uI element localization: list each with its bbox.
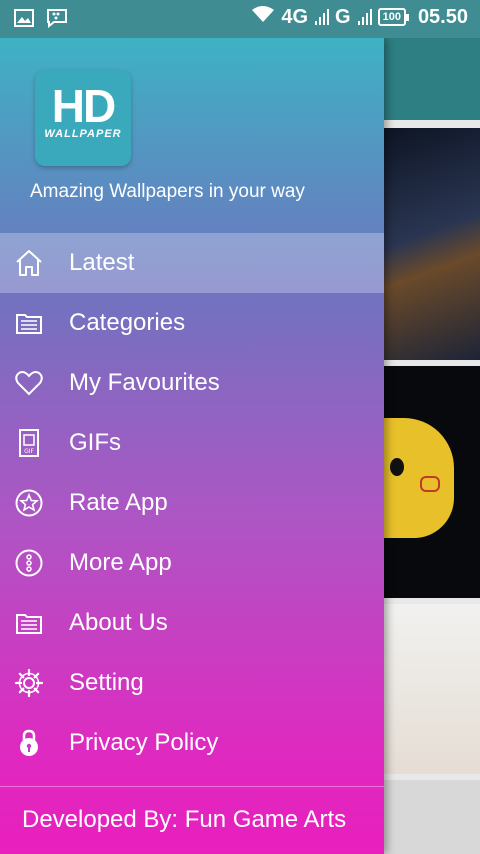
menu-item-label: My Favourites — [69, 369, 220, 396]
wallpaper-thumbnail[interactable] — [384, 128, 480, 360]
app-toolbar — [384, 38, 480, 120]
heart-icon — [14, 368, 44, 398]
gif-icon: GIF — [14, 428, 44, 458]
menu-item-label: Rate App — [69, 489, 168, 516]
app-tagline: Amazing Wallpapers in your way — [30, 181, 305, 202]
menu-item-setting[interactable]: Setting — [0, 653, 384, 713]
menu-item-label: More App — [69, 549, 172, 576]
navigation-drawer: HD WALLPAPER Amazing Wallpapers in your … — [0, 38, 384, 854]
developer-credit: Developed By: Fun Game Arts — [22, 806, 347, 833]
lock-icon — [14, 728, 44, 758]
wallpaper-thumbnail[interactable] — [384, 604, 480, 774]
pikachu-eye — [390, 458, 404, 476]
network-g-label: G — [335, 5, 351, 28]
network-4g-label: 4G — [281, 5, 309, 28]
app-logo: HD WALLPAPER — [35, 70, 131, 166]
drawer-menu: Latest Categories My Favourites GIF GIFs… — [0, 233, 384, 773]
menu-item-label: Privacy Policy — [69, 729, 219, 756]
logo-wallpaper-text: WALLPAPER — [44, 128, 122, 140]
wifi-icon — [251, 5, 275, 29]
menu-item-favourites[interactable]: My Favourites — [0, 353, 384, 413]
wallpaper-thumbnail[interactable] — [384, 780, 480, 854]
menu-item-privacy-policy[interactable]: Privacy Policy — [0, 713, 384, 773]
gear-icon — [14, 668, 44, 698]
menu-item-latest[interactable]: Latest — [0, 233, 384, 293]
menu-item-rate-app[interactable]: Rate App — [0, 473, 384, 533]
menu-item-about-us[interactable]: About Us — [0, 593, 384, 653]
bbm-notification-icon — [46, 8, 68, 33]
signal-bars-icon — [357, 9, 372, 25]
menu-item-categories[interactable]: Categories — [0, 293, 384, 353]
signal-bars-icon — [315, 9, 330, 25]
folder-icon — [14, 608, 44, 638]
clock: 05.50 — [417, 5, 468, 28]
menu-item-label: About Us — [69, 609, 168, 636]
battery-level: 100 — [382, 11, 401, 23]
menu-item-label: Latest — [69, 249, 135, 276]
menu-item-label: Categories — [69, 309, 186, 336]
svg-text:GIF: GIF — [24, 448, 34, 455]
battery-icon: 100 — [377, 8, 410, 26]
heart-doodle — [420, 476, 440, 492]
more-icon — [14, 548, 44, 578]
gallery-notification-icon — [14, 9, 34, 32]
folder-icon — [14, 308, 44, 338]
menu-item-gifs[interactable]: GIF GIFs — [0, 413, 384, 473]
logo-hd-text: HD — [51, 80, 116, 132]
menu-item-label: GIFs — [69, 429, 121, 456]
home-icon — [14, 248, 44, 278]
wallpaper-grid-background — [384, 38, 480, 854]
star-icon — [14, 488, 44, 518]
drawer-divider — [0, 786, 384, 787]
status-bar: 4G G 100 05.50 — [0, 0, 480, 38]
menu-item-more-app[interactable]: More App — [0, 533, 384, 593]
menu-item-label: Setting — [69, 669, 144, 696]
